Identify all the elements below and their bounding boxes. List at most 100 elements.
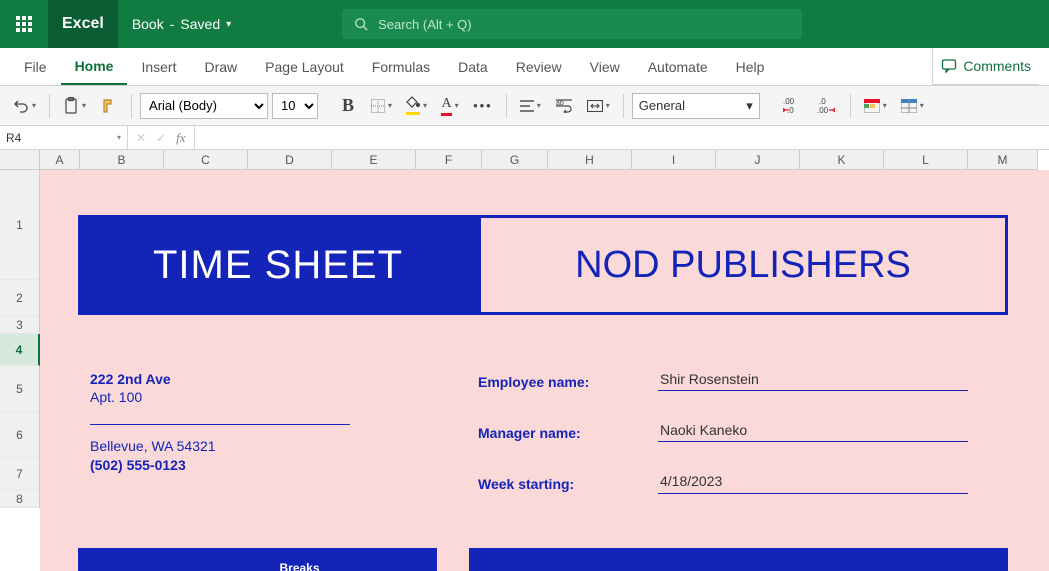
tab-view[interactable]: View	[576, 48, 634, 85]
comments-button[interactable]: Comments	[932, 48, 1039, 85]
tab-page-layout[interactable]: Page Layout	[251, 48, 358, 85]
th-holiday: Holiday	[828, 548, 918, 571]
column-header-H[interactable]: H	[548, 150, 632, 170]
th-breaks: Breaks	[254, 548, 346, 571]
font-color-button[interactable]: A ▾	[436, 92, 464, 120]
document-title-button[interactable]: Book - Saved ▾	[118, 0, 245, 48]
th-timein: Time in	[174, 548, 254, 571]
column-header-M[interactable]: M	[968, 150, 1038, 170]
wrap-text-button[interactable]: ab	[550, 92, 578, 120]
paste-button[interactable]: ▾	[58, 92, 91, 120]
align-icon	[520, 100, 534, 112]
conditional-format-button[interactable]: ▾	[859, 92, 892, 120]
banner: TIME SHEET NOD PUBLISHERS	[78, 215, 1008, 315]
row-header-7[interactable]: 7	[0, 458, 40, 490]
merge-button[interactable]: ▾	[582, 92, 615, 120]
formula-input[interactable]	[195, 126, 1049, 149]
bold-button[interactable]: B	[334, 92, 362, 120]
name-box[interactable]: R4 ▾	[0, 126, 128, 149]
column-header-L[interactable]: L	[884, 150, 968, 170]
column-header-A[interactable]: A	[40, 150, 80, 170]
chevron-down-icon: ▾	[883, 101, 887, 110]
search-placeholder: Search (Alt + Q)	[378, 17, 472, 32]
increase-decimal-button[interactable]: .0.00	[812, 92, 842, 120]
tab-insert[interactable]: Insert	[127, 48, 190, 85]
tab-home[interactable]: Home	[61, 48, 128, 85]
increase-decimal-icon: .0.00	[817, 97, 837, 115]
font-color-icon: A	[441, 96, 451, 116]
field-label-week: Week starting:	[478, 475, 658, 493]
ellipsis-icon: •••	[473, 98, 493, 113]
row-header-1[interactable]: 1	[0, 170, 40, 280]
merge-icon	[587, 100, 603, 112]
column-header-J[interactable]: J	[716, 150, 800, 170]
decrease-decimal-icon: .00.0	[783, 97, 803, 115]
cancel-formula-icon[interactable]: ✕	[136, 131, 146, 145]
svg-text:ab: ab	[556, 100, 564, 107]
tab-formulas[interactable]: Formulas	[358, 48, 444, 85]
number-format-select[interactable]: General ▾	[632, 93, 760, 119]
th-vacation: Vacation	[918, 548, 1008, 571]
row-header-5[interactable]: 5	[0, 366, 40, 412]
font-size-select[interactable]: 10	[272, 93, 318, 119]
column-header-I[interactable]: I	[632, 150, 716, 170]
search-icon	[354, 17, 368, 31]
spreadsheet-canvas[interactable]: TIME SHEET NOD PUBLISHERS 222 2nd Ave Ap…	[40, 170, 1049, 571]
document-name: Book	[132, 16, 164, 32]
undo-icon	[13, 98, 29, 114]
app-launcher-button[interactable]	[0, 0, 48, 48]
th-regular: Regular	[559, 548, 649, 571]
banner-title-right: NOD PUBLISHERS	[478, 215, 1008, 315]
column-header-K[interactable]: K	[800, 150, 884, 170]
chevron-down-icon: ▾	[746, 98, 753, 114]
column-header-E[interactable]: E	[332, 150, 416, 170]
column-header-C[interactable]: C	[164, 150, 248, 170]
row-header-4[interactable]: 4	[0, 334, 40, 366]
row-header-8[interactable]: 8	[0, 490, 40, 508]
ribbon-tabs: File Home Insert Draw Page Layout Formul…	[0, 48, 1049, 86]
select-all-corner[interactable]	[0, 150, 40, 170]
fill-color-button[interactable]: ▾	[401, 92, 432, 120]
column-header-G[interactable]: G	[482, 150, 548, 170]
tab-automate[interactable]: Automate	[634, 48, 722, 85]
chevron-down-icon: ▾	[388, 101, 392, 110]
th-day: Day of week	[78, 548, 174, 571]
chevron-down-icon: ▾	[920, 101, 924, 110]
font-family-select[interactable]: Arial (Body)	[140, 93, 268, 119]
column-header-B[interactable]: B	[80, 150, 164, 170]
tab-draw[interactable]: Draw	[190, 48, 251, 85]
company-address-block: 222 2nd Ave Apt. 100 Bellevue, WA 54321 …	[90, 370, 350, 474]
borders-button[interactable]: ▾	[366, 92, 397, 120]
column-header-F[interactable]: F	[416, 150, 482, 170]
search-input[interactable]: Search (Alt + Q)	[342, 9, 802, 39]
th-overtime: Overtime	[649, 548, 739, 571]
format-table-button[interactable]: ▾	[896, 92, 929, 120]
banner-title-left: TIME SHEET	[78, 215, 478, 315]
fx-icon[interactable]: fx	[176, 130, 185, 146]
row-header-2[interactable]: 2	[0, 280, 40, 316]
tab-help[interactable]: Help	[722, 48, 779, 85]
timesheet-table-header: Day of week Time in Breaks Time out Tota…	[78, 548, 1008, 571]
more-font-button[interactable]: •••	[468, 92, 498, 120]
comments-label: Comments	[963, 58, 1031, 74]
chevron-down-icon: ▾	[82, 101, 86, 110]
ribbon-toolbar: ▾ ▾ Arial (Body) 10 B ▾ ▾ A ▾ ••• ▾ ab ▾…	[0, 86, 1049, 126]
row-header-3[interactable]: 3	[0, 316, 40, 334]
field-label-manager: Manager name:	[478, 424, 658, 442]
comment-icon	[941, 58, 957, 74]
app-name: Excel	[48, 0, 118, 48]
accept-formula-icon[interactable]: ✓	[156, 131, 166, 145]
column-header-D[interactable]: D	[248, 150, 332, 170]
tab-data[interactable]: Data	[444, 48, 502, 85]
svg-text:.0: .0	[819, 97, 826, 106]
chevron-down-icon: ▾	[32, 101, 36, 110]
field-value-employee: Shir Rosenstein	[658, 370, 968, 391]
tab-file[interactable]: File	[10, 48, 61, 85]
row-header-6[interactable]: 6	[0, 412, 40, 458]
align-button[interactable]: ▾	[515, 92, 546, 120]
undo-button[interactable]: ▾	[8, 92, 41, 120]
wrap-text-icon: ab	[556, 99, 572, 113]
tab-review[interactable]: Review	[502, 48, 576, 85]
format-painter-button[interactable]	[95, 92, 123, 120]
decrease-decimal-button[interactable]: .00.0	[778, 92, 808, 120]
